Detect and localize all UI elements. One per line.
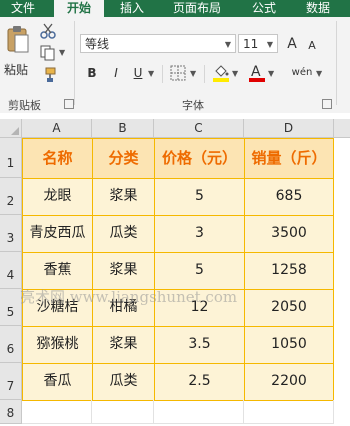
table-cell[interactable]: 2050 [244, 289, 334, 327]
underline-dropdown-icon[interactable]: ▼ [148, 69, 154, 78]
select-all-button[interactable] [0, 119, 22, 138]
copy-icon[interactable] [40, 45, 56, 61]
empty-cell[interactable] [22, 400, 92, 424]
row-header-2[interactable]: 2 [0, 178, 22, 215]
cut-icon[interactable] [40, 23, 56, 39]
borders-dropdown-icon[interactable]: ▼ [190, 69, 196, 78]
tab-formulas[interactable]: 公式 [242, 0, 286, 17]
worksheet-grid[interactable]: A B C D 1 2 3 4 5 6 7 8 名称 分类 价格（元） 销量（斤… [0, 119, 350, 424]
table-cell[interactable]: 3500 [244, 215, 334, 253]
tab-insert[interactable]: 插入 [112, 0, 152, 17]
fill-color-icon[interactable] [212, 63, 230, 83]
column-header-d[interactable]: D [244, 119, 334, 138]
paste-label: 粘贴 [4, 63, 29, 77]
table-cell[interactable]: 香瓜 [22, 363, 93, 401]
column-header-e[interactable] [334, 119, 350, 138]
empty-cell[interactable] [92, 400, 154, 424]
table-cell[interactable]: 2.5 [154, 363, 245, 401]
table-cell[interactable]: 浆果 [92, 178, 155, 216]
font-name-select[interactable]: 等线 ▼ [80, 34, 236, 53]
table-cell[interactable]: 沙糖桔 [22, 289, 93, 327]
table-cell[interactable]: 3.5 [154, 326, 245, 364]
underline-button[interactable]: U [130, 65, 146, 81]
table-cell[interactable]: 瓜类 [92, 363, 155, 401]
ribbon-tab-bar: 文件 开始 插入 页面布局 公式 数据 [0, 0, 350, 17]
table-cell[interactable]: 瓜类 [92, 215, 155, 253]
table-cell[interactable]: 龙眼 [22, 178, 93, 216]
fill-color-dropdown-icon[interactable]: ▼ [232, 69, 238, 78]
phonetic-button[interactable]: wén [290, 65, 314, 81]
copy-dropdown-icon[interactable]: ▼ [59, 48, 65, 57]
column-header-b[interactable]: B [92, 119, 154, 138]
font-color-icon[interactable]: A [248, 63, 266, 83]
column-header-c[interactable]: C [154, 119, 244, 138]
table-cell[interactable]: 青皮西瓜 [22, 215, 93, 253]
group-divider [74, 21, 75, 105]
font-inner-divider-2 [204, 65, 205, 83]
table-cell[interactable]: 5 [154, 252, 245, 290]
table-cell[interactable]: 685 [244, 178, 334, 216]
table-header-cell[interactable]: 分类 [92, 138, 155, 179]
table-header-cell[interactable]: 名称 [22, 138, 93, 179]
row-header-7[interactable]: 7 [0, 363, 22, 400]
font-launcher-icon[interactable] [322, 99, 332, 109]
paste-button[interactable]: 粘贴 [4, 23, 32, 79]
table-header-cell[interactable]: 价格（元） [154, 138, 245, 179]
clipboard-launcher-icon[interactable] [64, 99, 74, 109]
row-header-4[interactable]: 4 [0, 252, 22, 289]
table-cell[interactable]: 柑橘 [92, 289, 155, 327]
table-cell[interactable]: 猕猴桃 [22, 326, 93, 364]
font-size-value: 11 [243, 37, 259, 51]
decrease-font-size-button[interactable]: A [304, 38, 320, 54]
table-cell[interactable]: 2200 [244, 363, 334, 401]
table-cell[interactable]: 12 [154, 289, 245, 327]
table-header-cell[interactable]: 销量（斤） [244, 138, 334, 179]
table-cell[interactable]: 浆果 [92, 326, 155, 364]
font-group-label: 字体 [182, 99, 204, 112]
font-inner-divider [162, 65, 163, 83]
borders-icon[interactable] [170, 65, 186, 81]
format-painter-icon[interactable] [40, 67, 56, 83]
font-size-dropdown-icon: ▼ [266, 40, 273, 49]
tab-home[interactable]: 开始 [54, 0, 104, 17]
table-cell[interactable]: 浆果 [92, 252, 155, 290]
tab-file[interactable]: 文件 [0, 0, 46, 17]
increase-font-size-button[interactable]: A [284, 36, 300, 52]
font-name-value: 等线 [85, 37, 110, 51]
row-header-8[interactable]: 8 [0, 400, 22, 424]
table-cell[interactable]: 3 [154, 215, 245, 253]
column-header-a[interactable]: A [22, 119, 92, 138]
empty-cell[interactable] [244, 400, 334, 424]
row-header-5[interactable]: 5 [0, 289, 22, 326]
table-cell[interactable]: 1050 [244, 326, 334, 364]
clipboard-group-label: 剪贴板 [8, 99, 41, 112]
font-name-dropdown-icon: ▼ [224, 40, 231, 49]
table-cell[interactable]: 1258 [244, 252, 334, 290]
row-header-6[interactable]: 6 [0, 326, 22, 363]
svg-text:A: A [251, 64, 261, 80]
tab-page-layout[interactable]: 页面布局 [162, 0, 232, 17]
tab-data[interactable]: 数据 [296, 0, 340, 17]
group-divider-2 [336, 21, 337, 105]
table-cell[interactable]: 香蕉 [22, 252, 93, 290]
font-color-dropdown-icon[interactable]: ▼ [268, 69, 274, 78]
row-header-3[interactable]: 3 [0, 215, 22, 252]
row-header-1[interactable]: 1 [0, 138, 22, 178]
empty-cell[interactable] [154, 400, 244, 424]
paste-icon [7, 26, 29, 53]
table-cell[interactable]: 5 [154, 178, 245, 216]
ribbon-home: 粘贴 ▼ 剪贴板 等线 ▼ 11 ▼ A A B I U ▼ ▼ ▼ A ▼ w… [0, 17, 350, 114]
bold-button[interactable]: B [84, 65, 100, 81]
phonetic-dropdown-icon[interactable]: ▼ [316, 69, 322, 78]
font-size-select[interactable]: 11 ▼ [238, 34, 278, 53]
italic-button[interactable]: I [108, 65, 124, 81]
